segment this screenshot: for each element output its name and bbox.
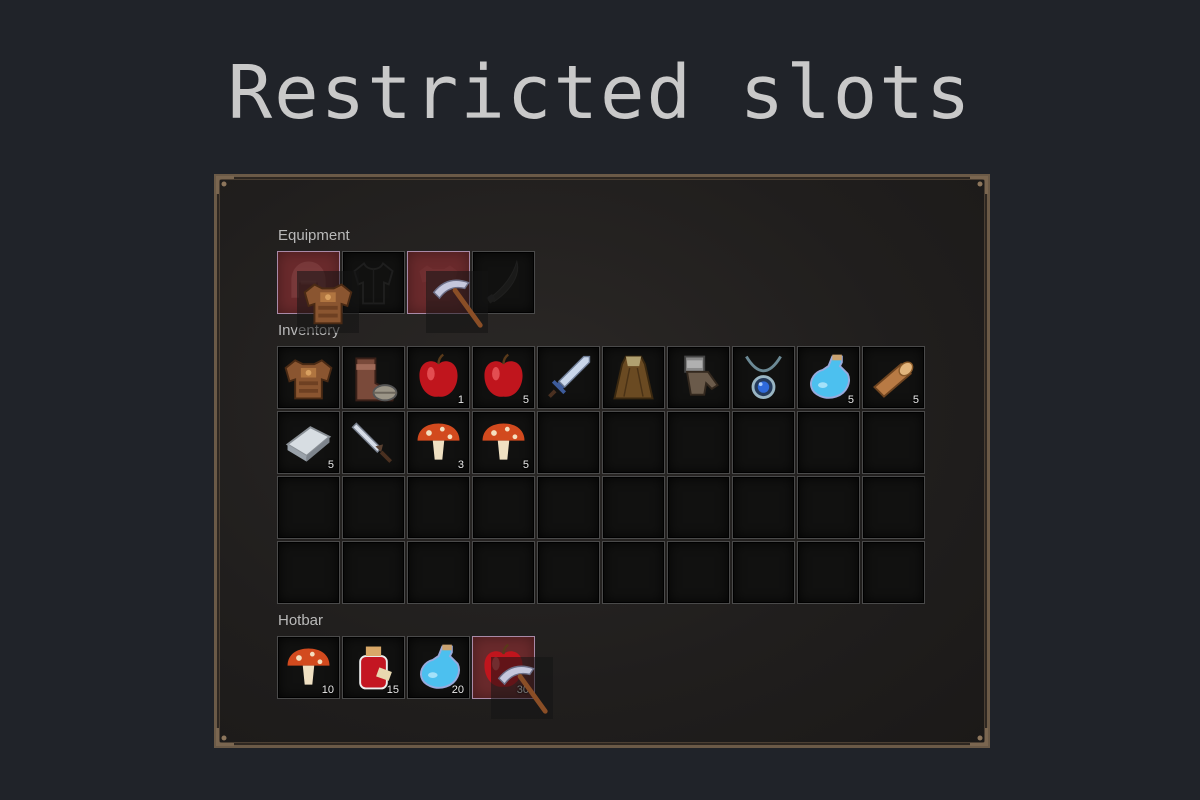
item-count: 15 <box>386 684 399 696</box>
amulet-icon <box>733 347 794 408</box>
inventory-slot[interactable]: 5 <box>472 346 535 409</box>
inventory-slot[interactable] <box>797 541 860 604</box>
inventory-slot[interactable] <box>537 476 600 539</box>
inventory-slot[interactable] <box>407 541 470 604</box>
item-count: 5 <box>522 394 529 406</box>
inventory-slot[interactable] <box>407 476 470 539</box>
hotbar-slot-2[interactable]: 15 <box>342 636 405 699</box>
inventory-slot[interactable] <box>537 411 600 474</box>
inventory-slot[interactable] <box>537 541 600 604</box>
cloak-icon <box>603 347 664 408</box>
item-count: 5 <box>847 394 854 406</box>
item-count: 20 <box>451 684 464 696</box>
hotbar-slot-3[interactable]: 20 <box>407 636 470 699</box>
item-count: 10 <box>321 684 334 696</box>
sword-icon <box>538 347 599 408</box>
inventory-slot[interactable] <box>342 346 405 409</box>
inventory-slot[interactable] <box>667 411 730 474</box>
inventory-slot[interactable] <box>862 541 925 604</box>
inventory-slot[interactable]: 5 <box>797 346 860 409</box>
inventory-slot[interactable]: 3 <box>407 411 470 474</box>
inventory-slot[interactable] <box>667 346 730 409</box>
dragged-pickaxe-icon[interactable] <box>491 657 553 719</box>
inventory-slot[interactable] <box>342 541 405 604</box>
inventory-slot[interactable] <box>667 476 730 539</box>
inventory-slot[interactable] <box>862 411 925 474</box>
corner-ornament-icon <box>968 174 990 196</box>
corner-ornament-icon <box>968 726 990 748</box>
inventory-slot[interactable] <box>732 476 795 539</box>
item-count: 5 <box>522 459 529 471</box>
inventory-slot[interactable] <box>472 476 535 539</box>
inventory-slot[interactable] <box>667 541 730 604</box>
inventory-slot[interactable] <box>732 346 795 409</box>
inventory-slot[interactable] <box>342 476 405 539</box>
item-count: 3 <box>457 459 464 471</box>
gauntlet-icon <box>668 347 729 408</box>
inventory-slot[interactable]: 1 <box>407 346 470 409</box>
inventory-slot[interactable] <box>472 541 535 604</box>
inventory-slot[interactable] <box>342 411 405 474</box>
inventory-slot[interactable]: 5 <box>862 346 925 409</box>
boots-icon <box>343 347 404 408</box>
inventory-slot[interactable] <box>277 346 340 409</box>
inventory-slot[interactable] <box>797 411 860 474</box>
inventory-slot[interactable] <box>862 476 925 539</box>
hotbar-slot-1[interactable]: 10 <box>277 636 340 699</box>
hotbar-label: Hotbar <box>278 612 324 629</box>
page-title: Restricted slots <box>227 50 973 136</box>
inventory-slot[interactable] <box>602 346 665 409</box>
item-count: 5 <box>912 394 919 406</box>
corner-ornament-icon <box>214 726 236 748</box>
dragged-pickaxe-icon[interactable] <box>426 271 488 333</box>
inventory-slot[interactable] <box>537 346 600 409</box>
inventory-slot[interactable] <box>602 541 665 604</box>
item-count: 5 <box>327 459 334 471</box>
inventory-slot[interactable] <box>602 411 665 474</box>
inventory-slot[interactable] <box>732 541 795 604</box>
inventory-slot[interactable] <box>602 476 665 539</box>
inventory-slot[interactable]: 5 <box>472 411 535 474</box>
equipment-label: Equipment <box>278 227 350 244</box>
corner-ornament-icon <box>214 174 236 196</box>
inventory-slot[interactable] <box>732 411 795 474</box>
inventory-slot[interactable] <box>797 476 860 539</box>
item-count: 1 <box>457 394 464 406</box>
inventory-slot[interactable] <box>277 541 340 604</box>
dagger-icon <box>343 412 404 473</box>
inventory-grid: 1 5 5 5 5 3 5 <box>277 346 927 604</box>
inventory-slot[interactable] <box>277 476 340 539</box>
dragged-chest-armor-icon[interactable] <box>297 271 359 333</box>
chest-armor-icon <box>278 347 339 408</box>
inventory-slot[interactable]: 5 <box>277 411 340 474</box>
